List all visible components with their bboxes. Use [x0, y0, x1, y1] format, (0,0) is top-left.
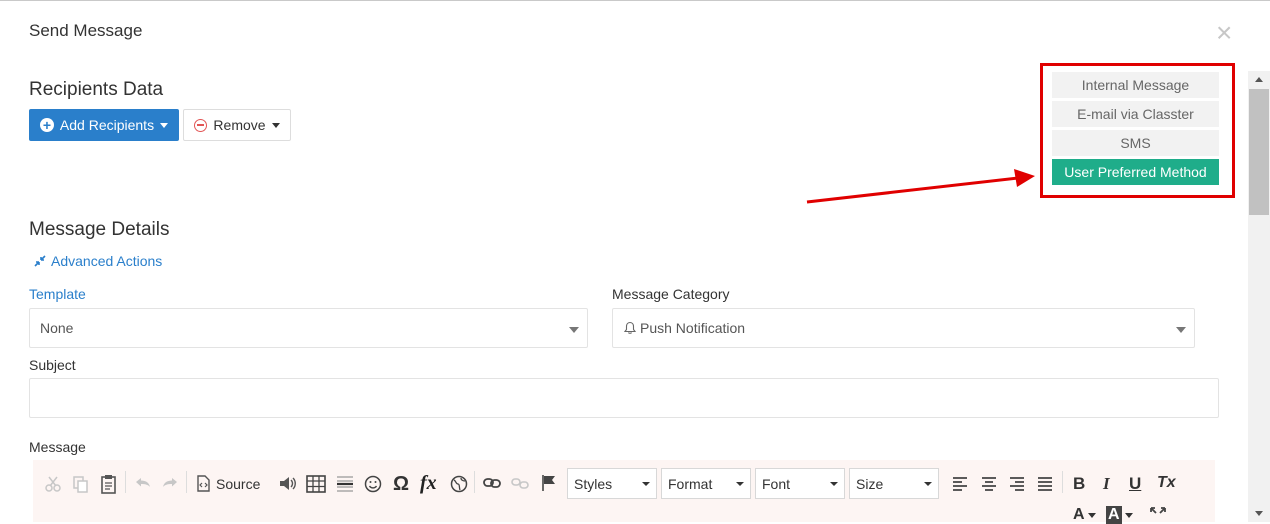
horizontal-line-icon[interactable]: [336, 475, 354, 493]
dropdown-arrow-icon: [924, 482, 932, 486]
align-center-icon[interactable]: [981, 477, 997, 491]
advanced-actions-link[interactable]: Advanced Actions: [33, 253, 162, 269]
font-select[interactable]: Font: [755, 468, 845, 499]
table-icon[interactable]: [306, 475, 326, 493]
dropdown-arrow-icon: [642, 482, 650, 486]
font-label: Font: [762, 475, 791, 492]
message-category-label: Message Category: [612, 286, 730, 302]
undo-icon[interactable]: [134, 475, 152, 491]
template-value: None: [40, 320, 74, 336]
copy-icon[interactable]: [71, 475, 89, 493]
subject-input[interactable]: [29, 378, 1219, 418]
subject-label: Subject: [29, 357, 76, 373]
caret-down-icon: [1087, 512, 1096, 518]
audio-icon[interactable]: [278, 475, 298, 492]
cut-icon[interactable]: [44, 475, 62, 493]
source-button[interactable]: Source: [196, 475, 260, 492]
message-category-select[interactable]: Push Notification: [612, 308, 1195, 348]
formula-icon[interactable]: fx: [420, 472, 437, 495]
dropdown-arrow-icon: [569, 327, 579, 333]
toolbar-separator: [125, 471, 126, 493]
message-label: Message: [29, 439, 86, 455]
size-select[interactable]: Size: [849, 468, 939, 499]
source-icon: [197, 475, 210, 492]
smiley-icon[interactable]: [364, 475, 382, 493]
text-color-label: A: [1073, 506, 1085, 523]
styles-label: Styles: [574, 475, 613, 492]
dropdown-arrow-icon: [830, 482, 838, 486]
special-char-icon[interactable]: Ω: [393, 473, 409, 496]
align-right-icon[interactable]: [1009, 477, 1025, 491]
toolbar-separator: [1062, 471, 1063, 493]
italic-icon[interactable]: I: [1103, 474, 1110, 494]
background-color-icon[interactable]: A: [1106, 506, 1133, 524]
send-message-dialog: Send Message × Recipients Data + Add Rec…: [0, 1, 1270, 524]
bell-icon: [623, 321, 637, 334]
dropdown-arrow-icon: [1176, 327, 1186, 333]
underline-icon[interactable]: U: [1129, 474, 1141, 494]
background-color-label: A: [1106, 506, 1122, 524]
text-color-icon[interactable]: A: [1073, 506, 1096, 524]
scroll-down-icon[interactable]: [1255, 511, 1263, 516]
source-label: Source: [216, 475, 261, 492]
compress-icon: [34, 255, 46, 267]
scroll-up-icon[interactable]: [1255, 77, 1263, 82]
unlink-icon[interactable]: [511, 477, 529, 491]
scrollbar[interactable]: [1248, 71, 1270, 522]
toolbar-separator: [474, 471, 475, 493]
format-select[interactable]: Format: [661, 468, 751, 499]
advanced-actions-label: Advanced Actions: [51, 253, 163, 269]
template-label: Template: [29, 286, 86, 302]
dropdown-arrow-icon: [736, 482, 744, 486]
maximize-icon[interactable]: [1150, 507, 1166, 521]
scrollbar-thumb[interactable]: [1249, 89, 1269, 215]
align-justify-icon[interactable]: [1037, 477, 1053, 491]
remove-format-icon[interactable]: Tx: [1157, 474, 1176, 492]
caret-down-icon: [1124, 512, 1133, 518]
message-category-value: Push Notification: [640, 320, 746, 336]
paste-icon[interactable]: [100, 474, 118, 494]
anchor-flag-icon[interactable]: [541, 474, 557, 492]
highlight-arrow: [806, 169, 1035, 204]
styles-select[interactable]: Styles: [567, 468, 657, 499]
format-label: Format: [668, 475, 713, 492]
template-select[interactable]: None: [29, 308, 588, 348]
link-icon[interactable]: [483, 477, 501, 489]
size-label: Size: [856, 475, 884, 492]
message-details-heading: Message Details: [29, 219, 170, 240]
align-left-icon[interactable]: [952, 477, 968, 491]
toolbar-separator: [186, 471, 187, 493]
redo-icon[interactable]: [161, 475, 179, 491]
globe-icon[interactable]: [450, 475, 468, 493]
bold-icon[interactable]: B: [1073, 474, 1085, 494]
